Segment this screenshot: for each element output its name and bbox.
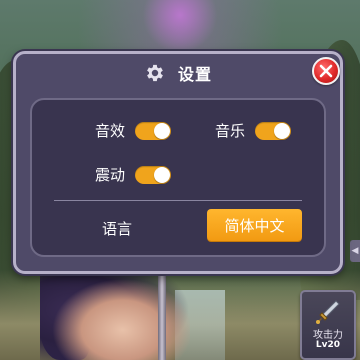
language-label: 语言 xyxy=(102,220,133,238)
dialog-title: 设置 xyxy=(177,65,212,84)
dialog-header: 设置 xyxy=(16,54,340,92)
attack-power-card[interactable]: 攻击力 Lv20 xyxy=(300,290,356,360)
music-row: 音乐 xyxy=(215,120,292,141)
sound-effects-row: 音效 xyxy=(95,120,172,141)
sound-effects-label: 音效 xyxy=(95,122,126,140)
toggle-knob xyxy=(154,166,171,183)
settings-dialog: 设置 音效 音乐 震动 语言 简体中文 xyxy=(13,51,343,274)
chevron-left-icon: ◀ xyxy=(351,245,359,256)
music-toggle[interactable] xyxy=(255,121,292,140)
gear-icon xyxy=(147,64,163,82)
close-button[interactable] xyxy=(312,57,340,85)
vibration-toggle[interactable] xyxy=(135,165,172,184)
side-panel-tab[interactable]: ◀ xyxy=(350,240,360,262)
sound-effects-toggle[interactable] xyxy=(135,121,172,140)
hero-character xyxy=(40,270,190,360)
magic-glow xyxy=(140,0,220,50)
vibration-row: 震动 xyxy=(95,164,172,185)
attack-label: 攻击力 xyxy=(313,330,343,341)
language-select-button[interactable]: 简体中文 xyxy=(207,209,302,241)
vibration-label: 震动 xyxy=(95,166,126,184)
music-label: 音乐 xyxy=(215,122,246,140)
character-staff xyxy=(158,262,166,360)
toggle-knob xyxy=(274,122,291,139)
divider xyxy=(54,200,302,201)
close-icon xyxy=(319,64,333,78)
attack-level: Lv20 xyxy=(315,340,341,350)
settings-panel: 音效 音乐 震动 语言 简体中文 xyxy=(30,98,326,257)
toggle-knob xyxy=(154,122,171,139)
sword-icon xyxy=(316,300,340,324)
